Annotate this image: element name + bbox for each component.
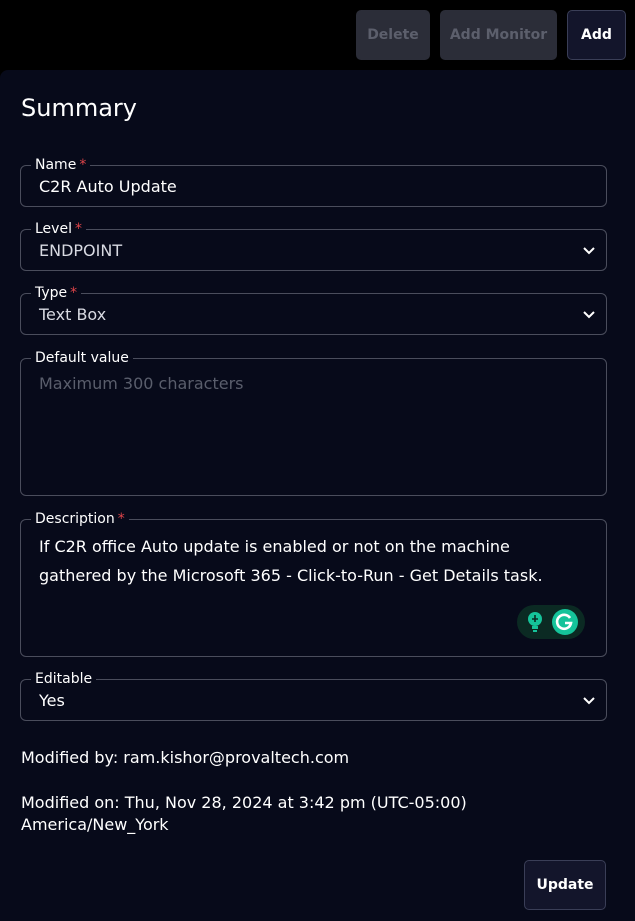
editable-select[interactable]: Editable Yes bbox=[20, 670, 607, 721]
editable-label: Editable bbox=[31, 670, 97, 688]
add-button[interactable]: Add bbox=[567, 10, 626, 60]
update-button[interactable]: Update bbox=[524, 860, 606, 910]
name-input-value[interactable]: C2R Auto Update bbox=[39, 177, 177, 196]
description-line-2: gathered by the Microsoft 365 - Click-to… bbox=[39, 566, 543, 585]
delete-button[interactable]: Delete bbox=[356, 10, 430, 60]
editable-selected-value: Yes bbox=[39, 691, 65, 710]
level-selected-value: ENDPOINT bbox=[39, 241, 123, 260]
type-selected-value: Text Box bbox=[39, 305, 107, 324]
default-value-placeholder: Maximum 300 characters bbox=[39, 374, 244, 393]
chevron-down-icon[interactable] bbox=[582, 693, 596, 707]
default-value-label: Default value bbox=[31, 349, 133, 367]
name-label: Name * bbox=[31, 156, 91, 174]
type-select[interactable]: Type * Text Box bbox=[20, 284, 607, 335]
top-toolbar: Delete Add Monitor Add bbox=[0, 0, 635, 70]
modified-on-line-2: America/New_York bbox=[21, 815, 169, 834]
chevron-down-icon[interactable] bbox=[582, 243, 596, 257]
add-monitor-button[interactable]: Add Monitor bbox=[440, 10, 557, 60]
lightbulb-icon[interactable] bbox=[524, 610, 546, 634]
chevron-down-icon[interactable] bbox=[582, 307, 596, 321]
modified-by-text: Modified by: ram.kishor@provaltech.com bbox=[21, 748, 350, 767]
description-textarea[interactable]: Description * If C2R office Auto update i… bbox=[20, 510, 607, 657]
default-value-textarea[interactable]: Default value Maximum 300 characters bbox=[20, 349, 607, 496]
description-text[interactable]: If C2R office Auto update is enabled or … bbox=[39, 532, 594, 590]
type-label: Type * bbox=[31, 284, 82, 302]
level-label: Level * bbox=[31, 220, 86, 238]
level-select[interactable]: Level * ENDPOINT bbox=[20, 220, 607, 271]
modified-on-text: Modified on: Thu, Nov 28, 2024 at 3:42 p… bbox=[21, 792, 467, 836]
grammarly-icon[interactable] bbox=[551, 608, 579, 636]
page-title: Summary bbox=[21, 94, 137, 122]
grammarly-widget[interactable] bbox=[517, 605, 585, 639]
modified-on-line-1: Modified on: Thu, Nov 28, 2024 at 3:42 p… bbox=[21, 793, 467, 812]
description-line-1: If C2R office Auto update is enabled or … bbox=[39, 537, 510, 556]
name-field[interactable]: Name * C2R Auto Update bbox=[20, 156, 607, 207]
description-label: Description * bbox=[31, 510, 129, 528]
